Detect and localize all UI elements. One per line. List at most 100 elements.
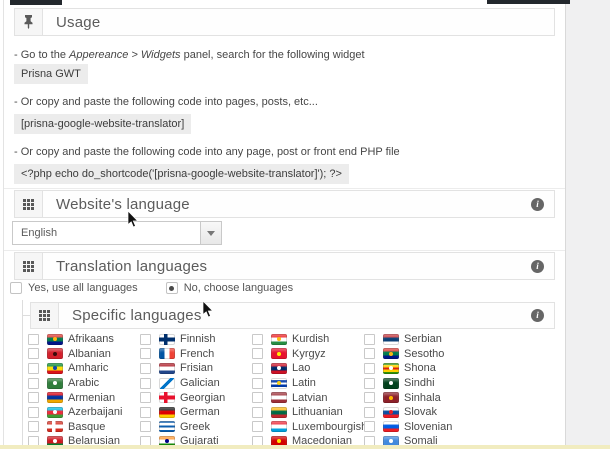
language-checkbox[interactable] [28, 421, 39, 432]
info-icon[interactable]: i [531, 198, 544, 211]
language-label: Armenian [68, 392, 115, 404]
language-label: Serbian [404, 333, 442, 345]
panel-left-border [3, 0, 4, 449]
language-label: Greek [180, 421, 210, 433]
language-item: Sindhi [364, 376, 476, 391]
website-language-select[interactable]: English [12, 221, 222, 245]
flag-icon [47, 363, 63, 374]
usage-section-title: Usage [43, 14, 100, 31]
language-checkbox[interactable] [252, 392, 263, 403]
language-checkbox[interactable] [252, 363, 263, 374]
language-item: Frisian [140, 361, 252, 376]
language-item: Latvian [252, 390, 364, 405]
cursor-icon [127, 211, 139, 228]
usage-section-header[interactable]: Usage [14, 8, 555, 36]
language-label: Lithuanian [292, 406, 343, 418]
language-checkbox[interactable] [28, 363, 39, 374]
language-checkbox[interactable] [252, 421, 263, 432]
language-checkbox[interactable] [28, 392, 39, 403]
flag-emblem [53, 366, 57, 370]
select-dropdown-button[interactable] [200, 222, 221, 244]
language-label: Luxembourgish [292, 421, 367, 433]
language-item: Finnish [140, 332, 252, 347]
language-label: Arabic [68, 377, 99, 389]
chevron-down-icon [207, 231, 215, 236]
language-label: Galician [180, 377, 220, 389]
flag-icon [47, 378, 63, 389]
flag-icon [47, 348, 63, 359]
chrome-bar-left [10, 0, 62, 5]
nested-section-line [22, 300, 23, 445]
flag-icon [271, 421, 287, 432]
language-item: Kurdish [252, 332, 364, 347]
language-checkbox[interactable] [140, 378, 151, 389]
translation-languages-section-header[interactable]: Translation languages i [14, 252, 555, 280]
language-item: French [140, 347, 252, 362]
drag-handle-icon[interactable] [15, 253, 43, 279]
language-checkbox[interactable] [364, 421, 375, 432]
option-yes-label: Yes, use all languages [28, 282, 138, 294]
info-icon[interactable]: i [531, 260, 544, 273]
language-label: Slovak [404, 406, 437, 418]
drag-handle-icon[interactable] [31, 303, 59, 328]
flag-icon [271, 363, 287, 374]
language-checkbox[interactable] [252, 378, 263, 389]
language-checkbox[interactable] [364, 407, 375, 418]
flag-icon [47, 392, 63, 403]
flag-emblem [277, 366, 281, 370]
language-checkbox[interactable] [140, 348, 151, 359]
language-item: Slovenian [364, 420, 476, 435]
flag-emblem [389, 396, 393, 400]
flag-emblem [389, 381, 393, 385]
flag-emblem [389, 410, 393, 414]
flag-emblem [159, 334, 175, 345]
language-checkbox[interactable] [364, 363, 375, 374]
flag-icon [271, 407, 287, 418]
language-item: Azerbaijani [28, 405, 140, 420]
language-checkbox[interactable] [140, 363, 151, 374]
page-gutter [565, 0, 610, 449]
language-checkbox[interactable] [364, 378, 375, 389]
language-label: German [180, 406, 220, 418]
drag-handle-icon[interactable] [15, 191, 43, 217]
language-checkbox[interactable] [140, 421, 151, 432]
info-icon[interactable]: i [531, 309, 544, 322]
language-column: Finnish FrenchFrisianGalicianGeorgianGerm… [140, 332, 252, 449]
language-checkbox[interactable] [252, 407, 263, 418]
flag-icon [159, 421, 175, 432]
language-checkbox[interactable] [28, 334, 39, 345]
language-checkbox[interactable] [364, 392, 375, 403]
flag-icon [159, 378, 175, 389]
language-checkbox[interactable] [140, 392, 151, 403]
use-all-languages-options: Yes, use all languages No, choose langua… [10, 282, 293, 294]
usage-step-2: - Or copy and paste the following code i… [14, 96, 318, 108]
website-language-section-header[interactable]: Website's language i [14, 190, 555, 218]
language-label: Amharic [68, 362, 108, 374]
flag-icon [383, 363, 399, 374]
flag-icon [383, 348, 399, 359]
language-column: AfrikaansAlbanianAmharicArabicArmenianAz… [28, 332, 140, 449]
language-item: Latin [252, 376, 364, 391]
shortcode-code: [prisna-google-website-translator] [14, 114, 191, 134]
language-checkbox[interactable] [140, 334, 151, 345]
chrome-bar-right [487, 0, 570, 4]
language-checkbox[interactable] [28, 378, 39, 389]
selected-language-value: English [13, 222, 200, 244]
usage-step-1: - Go to the Appereance > Widgets panel, … [14, 49, 365, 61]
language-checkbox[interactable] [140, 407, 151, 418]
flag-emblem [53, 439, 57, 443]
option-yes-radio[interactable] [10, 282, 22, 294]
pin-icon [15, 9, 43, 35]
option-no-radio[interactable] [166, 282, 178, 294]
language-checkbox[interactable] [252, 348, 263, 359]
flag-emblem [389, 352, 393, 356]
language-checkbox[interactable] [28, 407, 39, 418]
language-checkbox[interactable] [252, 334, 263, 345]
language-checkbox[interactable] [364, 334, 375, 345]
language-checkbox[interactable] [28, 348, 39, 359]
specific-languages-section-header[interactable]: Specific languages i [30, 302, 555, 329]
language-item: Georgian [140, 390, 252, 405]
language-item: Arabic [28, 376, 140, 391]
language-checkbox[interactable] [364, 348, 375, 359]
language-label: Finnish [180, 333, 215, 345]
